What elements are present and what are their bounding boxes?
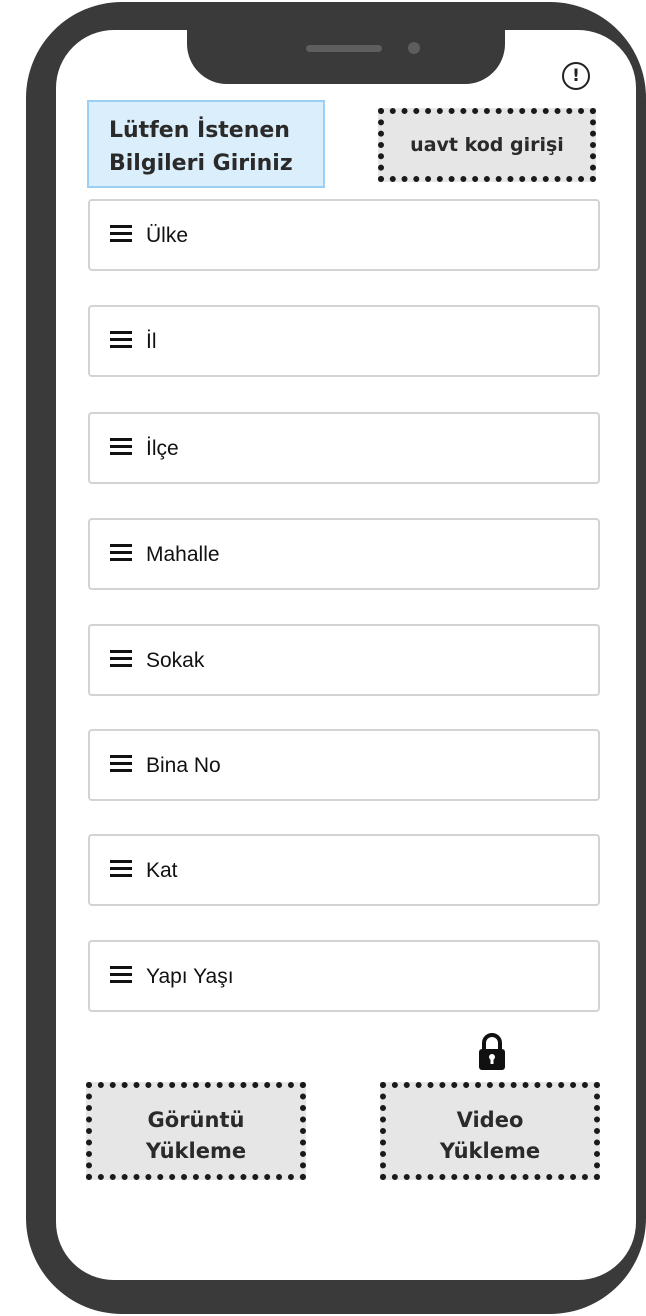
video-upload-line-2: Yükleme (439, 1139, 541, 1163)
building-number-select[interactable]: Bina No (88, 729, 600, 801)
video-upload-button[interactable]: Video Yükleme (380, 1082, 600, 1180)
field-label: İl (146, 330, 157, 353)
form-title-line-2: Bilgileri Giriniz (109, 151, 293, 176)
field-label: İlçe (146, 437, 179, 460)
building-age-select[interactable]: Yapı Yaşı (88, 940, 600, 1012)
front-camera (408, 42, 420, 54)
lock-icon (479, 1033, 505, 1070)
field-label: Sokak (146, 649, 205, 672)
field-label: Mahalle (146, 543, 220, 566)
district-select[interactable]: İlçe (88, 412, 600, 484)
form-title-line-1: Lütfen İstenen (109, 118, 290, 143)
street-select[interactable]: Sokak (88, 624, 600, 696)
uavt-code-button[interactable]: uavt kod girişi (378, 108, 596, 182)
neighborhood-select[interactable]: Mahalle (88, 518, 600, 590)
menu-icon (110, 966, 134, 986)
video-upload-line-1: Video (456, 1108, 524, 1132)
image-upload-line-2: Yükleme (145, 1139, 247, 1163)
province-select[interactable]: İl (88, 305, 600, 377)
menu-icon (110, 544, 134, 564)
menu-icon (110, 225, 134, 245)
menu-icon (110, 438, 134, 458)
menu-icon (110, 650, 134, 670)
image-upload-button[interactable]: Görüntü Yükleme (86, 1082, 306, 1180)
field-label: Yapı Yaşı (146, 965, 234, 988)
floor-select[interactable]: Kat (88, 834, 600, 906)
menu-icon (110, 755, 134, 775)
speaker-grille (306, 45, 382, 52)
form-title: Lütfen İstenen Bilgileri Giriniz (87, 100, 325, 188)
field-label: Ülke (146, 224, 189, 247)
image-upload-line-1: Görüntü (147, 1108, 245, 1132)
phone-notch (187, 28, 505, 84)
menu-icon (110, 860, 134, 880)
field-label: Kat (146, 859, 178, 882)
menu-icon (110, 331, 134, 351)
field-label: Bina No (146, 754, 221, 777)
country-select[interactable]: Ülke (88, 199, 600, 271)
info-circle-icon[interactable]: ! (562, 62, 590, 90)
